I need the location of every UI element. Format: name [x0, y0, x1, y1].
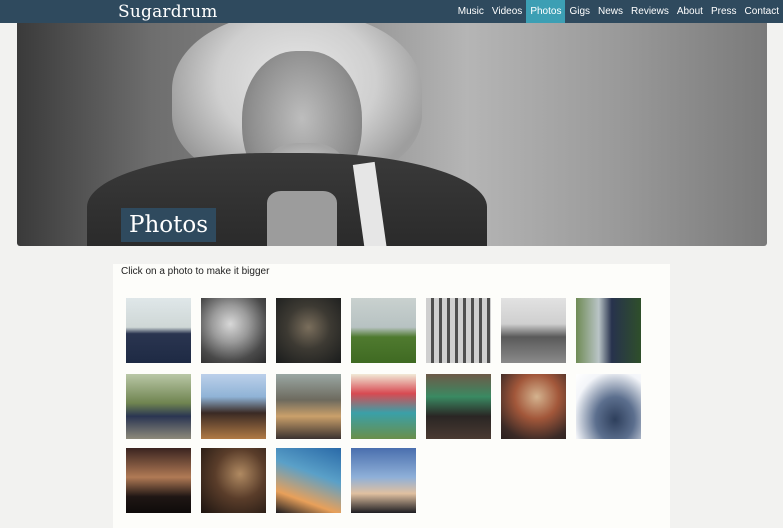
- nav-item-music[interactable]: Music: [454, 0, 488, 23]
- nav-item-contact[interactable]: Contact: [741, 0, 783, 23]
- nav-item-videos[interactable]: Videos: [488, 0, 526, 23]
- gallery-photo[interactable]: [276, 448, 341, 513]
- nav-item-about[interactable]: About: [673, 0, 707, 23]
- gallery-photo[interactable]: [126, 374, 191, 439]
- gallery-photo[interactable]: [576, 298, 641, 363]
- nav-item-photos[interactable]: Photos: [526, 0, 566, 23]
- nav-item-news[interactable]: News: [594, 0, 627, 23]
- gallery-instruction: Click on a photo to make it bigger: [121, 266, 270, 277]
- nav-item-press[interactable]: Press: [707, 0, 741, 23]
- gallery-photo[interactable]: [426, 374, 491, 439]
- gallery-photo[interactable]: [576, 374, 641, 439]
- hero-banner: Photos: [17, 23, 767, 246]
- hero-shirt: [267, 191, 337, 246]
- gallery-photo[interactable]: [426, 298, 491, 363]
- gallery-photo[interactable]: [201, 298, 266, 363]
- gallery-photo[interactable]: [351, 298, 416, 363]
- gallery-photo[interactable]: [126, 298, 191, 363]
- page-title: Photos: [121, 208, 217, 242]
- gallery-photo[interactable]: [351, 374, 416, 439]
- site-brand[interactable]: Sugardrum: [118, 1, 218, 23]
- main-nav: Music Videos Photos Gigs News Reviews Ab…: [454, 0, 783, 23]
- gallery-photo[interactable]: [276, 298, 341, 363]
- nav-item-gigs[interactable]: Gigs: [565, 0, 594, 23]
- gallery-panel: Click on a photo to make it bigger: [113, 264, 670, 528]
- gallery-photo[interactable]: [501, 374, 566, 439]
- gallery-photo[interactable]: [201, 448, 266, 513]
- gallery-photo[interactable]: [126, 448, 191, 513]
- top-navbar: Sugardrum Music Videos Photos Gigs News …: [0, 0, 783, 23]
- gallery-photo[interactable]: [501, 298, 566, 363]
- gallery-photo[interactable]: [276, 374, 341, 439]
- gallery-photo[interactable]: [351, 448, 416, 513]
- gallery-photo[interactable]: [201, 374, 266, 439]
- nav-item-reviews[interactable]: Reviews: [627, 0, 673, 23]
